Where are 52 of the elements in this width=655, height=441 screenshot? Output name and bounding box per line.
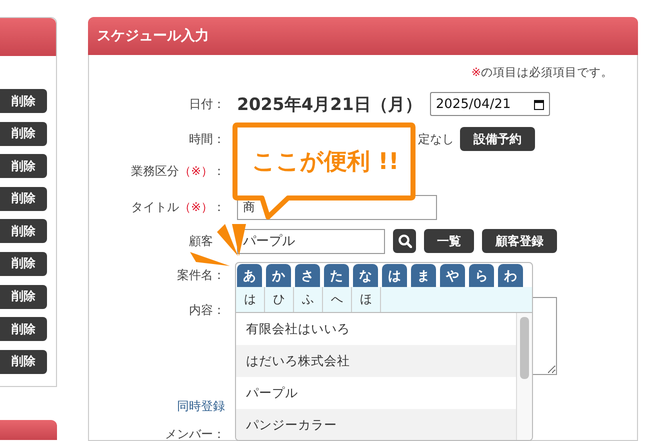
kana-subtab[interactable]: へ <box>323 287 352 312</box>
kana-tab[interactable]: わ <box>498 264 523 287</box>
calendar-icon[interactable] <box>534 98 544 110</box>
customer-option[interactable]: はだいろ株式会社 <box>236 345 516 377</box>
customer-field[interactable]: パープル <box>237 228 385 254</box>
delete-button[interactable]: 削除 <box>0 284 47 309</box>
field-label: 時間： <box>189 130 225 148</box>
kana-tab[interactable]: さ <box>295 264 320 287</box>
field-label: 顧客 <box>189 232 213 250</box>
kana-subtab[interactable]: ひ <box>265 287 294 312</box>
kana-tab[interactable]: あ <box>237 264 262 287</box>
delete-button[interactable]: 削除 <box>0 350 47 374</box>
field-label: タイトル（※）： <box>130 199 225 216</box>
panel-title: スケジュール入力 <box>97 27 209 45</box>
facility-button[interactable]: 設備予約 <box>460 127 535 151</box>
field-label: メンバー： <box>165 426 225 441</box>
delete-button[interactable]: 削除 <box>0 154 47 178</box>
panel-header <box>0 420 57 440</box>
kana-tab[interactable]: ま <box>411 264 436 287</box>
kana-tab[interactable]: た <box>324 264 349 287</box>
kana-subtab[interactable]: は <box>236 287 265 312</box>
field-label: 日付： <box>189 96 225 112</box>
panel-header <box>0 18 56 56</box>
kana-tab[interactable]: は <box>382 264 407 287</box>
delete-button[interactable]: 削除 <box>0 252 47 276</box>
register-button[interactable]: 顧客登録 <box>482 229 557 253</box>
kana-subtab[interactable]: ほ <box>352 287 381 312</box>
date-heading: 2025年4月21日（月） <box>237 94 422 116</box>
kana-tab[interactable]: ら <box>469 264 494 287</box>
scrollbar[interactable] <box>516 313 532 440</box>
field-label: 内容： <box>189 302 225 319</box>
field-label: 業務区分（※）： <box>130 162 225 180</box>
delete-button[interactable]: 削除 <box>0 89 47 113</box>
field-label: 案件名： <box>177 266 225 284</box>
required-note: ※の項目は必須項目です。 <box>471 65 613 79</box>
kana-subtab[interactable]: ふ <box>294 287 323 312</box>
kana-tab[interactable]: か <box>266 264 291 287</box>
delete-button[interactable]: 削除 <box>0 186 47 211</box>
link-label[interactable]: 同時登録 <box>177 398 225 414</box>
delete-button[interactable]: 削除 <box>0 317 47 342</box>
list-button[interactable]: 一覧 <box>424 229 474 253</box>
time-text: 定なし <box>418 130 454 148</box>
search-button[interactable] <box>393 229 416 253</box>
kana-tab[interactable]: や <box>440 264 465 287</box>
customer-option[interactable]: 有限会社はいいろ <box>236 313 516 345</box>
customer-option[interactable]: パンジーカラー <box>236 409 516 440</box>
date-field[interactable]: 2025/04/21 <box>430 92 550 116</box>
kana-tab[interactable]: な <box>353 264 378 287</box>
delete-button[interactable]: 削除 <box>0 122 47 146</box>
customer-option[interactable]: パープル <box>236 377 516 409</box>
search-icon <box>398 234 412 248</box>
delete-button[interactable]: 削除 <box>0 219 47 244</box>
